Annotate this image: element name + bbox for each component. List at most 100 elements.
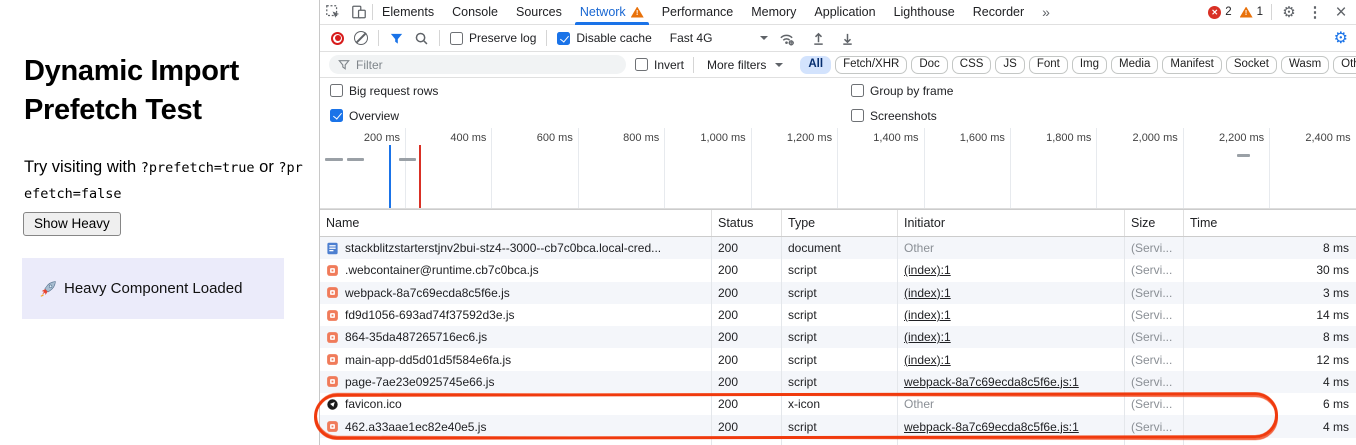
more-filters-button[interactable]: More filters: [707, 58, 783, 72]
timeline-gridline: [1183, 128, 1184, 208]
request-row--webcontainer-runtime-cb7c0bca[interactable]: .webcontainer@runtime.cb7c0bca.js200scri…: [320, 259, 1356, 281]
column-header-status[interactable]: Status: [712, 210, 782, 236]
timeline-gridline: [664, 128, 665, 208]
initiator-cell: webpack-8a7c69ecda8c5f6e.js:1: [898, 371, 1125, 393]
preserve-log-checkbox[interactable]: Preserve log: [450, 31, 536, 45]
devtools-window-controls: 2 ! 1: [1208, 3, 1356, 22]
tab-network[interactable]: Network!: [571, 0, 653, 25]
network-toolbar: Preserve log Disable cache Fast 4G: [320, 25, 1356, 52]
divider: [1271, 4, 1272, 20]
tab-console[interactable]: Console: [443, 0, 507, 25]
checkbox: [330, 109, 343, 122]
chip-css[interactable]: CSS: [952, 56, 992, 74]
time-cell: 8 ms: [1184, 326, 1356, 348]
tab-lighthouse[interactable]: Lighthouse: [885, 0, 964, 25]
chip-media[interactable]: Media: [1111, 56, 1158, 74]
chip-font[interactable]: Font: [1029, 56, 1068, 74]
tab-performance[interactable]: Performance: [653, 0, 743, 25]
option-overview[interactable]: Overview: [330, 109, 851, 123]
column-header-name[interactable]: Name: [320, 210, 712, 236]
close-devtools-icon[interactable]: [1332, 3, 1350, 22]
chip-manifest[interactable]: Manifest: [1162, 56, 1221, 74]
chip-wasm[interactable]: Wasm: [1281, 56, 1329, 74]
chip-socket[interactable]: Socket: [1226, 56, 1277, 74]
initiator-link[interactable]: (index):1: [904, 308, 951, 322]
network-conditions-icon[interactable]: [778, 30, 795, 47]
inspect-element-icon[interactable]: [320, 0, 346, 24]
export-har-icon[interactable]: [840, 31, 855, 46]
initiator-link[interactable]: webpack-8a7c69ecda8c5f6e.js:1: [904, 420, 1079, 434]
overview-request-bar: [399, 158, 416, 161]
column-header-type[interactable]: Type: [782, 210, 898, 236]
chip-other[interactable]: Other: [1333, 56, 1356, 74]
tab-elements[interactable]: Elements: [373, 0, 443, 25]
timeline-tick-label: 2,000 ms: [1106, 132, 1178, 144]
size-cell: (Servi...: [1125, 326, 1184, 348]
request-name: 462.a33aae1ec82e40e5.js: [345, 420, 486, 434]
warning-count-badge[interactable]: ! 1: [1240, 6, 1263, 18]
timeline-tick-label: 600 ms: [501, 132, 573, 144]
request-row-favicon-ico[interactable]: favicon.ico200x-iconOther(Servi...6 ms: [320, 393, 1356, 415]
checkbox: [450, 32, 463, 45]
checkbox: [557, 32, 570, 45]
device-toolbar-icon[interactable]: [346, 0, 372, 24]
prefetch-true-code: ?prefetch=true: [141, 160, 255, 176]
request-row-stackblitzstarterstjnv2bui-stz[interactable]: stackblitzstarterstjnv2bui-stz4--3000--c…: [320, 237, 1356, 259]
chip-fetch-xhr[interactable]: Fetch/XHR: [835, 56, 907, 74]
settings-gear-icon[interactable]: [1280, 5, 1298, 20]
network-settings-gear-icon[interactable]: [1334, 28, 1348, 48]
column-header-time[interactable]: Time: [1184, 210, 1356, 236]
record-network-log-button[interactable]: [331, 32, 344, 45]
chip-js[interactable]: JS: [995, 56, 1024, 74]
filter-toggle-icon[interactable]: [389, 31, 404, 46]
time-cell: 12 ms: [1184, 348, 1356, 370]
load-event-line: [419, 145, 421, 208]
overview-strip[interactable]: 200 ms400 ms600 ms800 ms1,000 ms1,200 ms…: [320, 128, 1356, 209]
request-row-864-35da487265716ec6-js[interactable]: 864-35da487265716ec6.js200script(index):…: [320, 326, 1356, 348]
request-row-462-a33aae1ec82e40e5-js[interactable]: 462.a33aae1ec82e40e5.js200scriptwebpack-…: [320, 415, 1356, 437]
initiator-link[interactable]: (index):1: [904, 263, 951, 277]
filter-input[interactable]: Filter: [329, 55, 626, 74]
tab-memory[interactable]: Memory: [742, 0, 805, 25]
chip-img[interactable]: Img: [1072, 56, 1107, 74]
more-options-icon[interactable]: [1306, 5, 1324, 20]
tab-recorder[interactable]: Recorder: [964, 0, 1033, 25]
column-header-size[interactable]: Size: [1125, 210, 1184, 236]
option-big-request-rows[interactable]: Big request rows: [330, 84, 851, 98]
tab-sources[interactable]: Sources: [507, 0, 571, 25]
invert-checkbox[interactable]: Invert: [635, 58, 684, 72]
column-header-initiator[interactable]: Initiator: [898, 210, 1125, 236]
rocket-icon: [39, 280, 57, 298]
timeline-tick-label: 1,000 ms: [674, 132, 746, 144]
search-icon[interactable]: [414, 31, 429, 46]
initiator-link[interactable]: (index):1: [904, 353, 951, 367]
initiator-cell: (index):1: [898, 304, 1125, 326]
timeline-tick-label: 400 ms: [414, 132, 486, 144]
script-icon: [326, 264, 339, 277]
option-group-by-frame[interactable]: Group by frame: [851, 84, 1356, 98]
request-row-webpack-8a7c69ecda8c5f6e-js[interactable]: webpack-8a7c69ecda8c5f6e.js200script(ind…: [320, 282, 1356, 304]
clear-network-log-icon[interactable]: [354, 31, 368, 45]
show-heavy-button[interactable]: Show Heavy: [23, 212, 121, 236]
more-tabs-button[interactable]: »: [1033, 0, 1059, 25]
error-count-badge[interactable]: 2: [1208, 6, 1231, 19]
chip-all[interactable]: All: [800, 56, 831, 74]
script-icon: [326, 331, 339, 344]
request-row-main-app-dd5d01d5f584e6fa-js[interactable]: main-app-dd5d01d5f584e6fa.js200script(in…: [320, 348, 1356, 370]
disable-cache-checkbox[interactable]: Disable cache: [557, 31, 651, 45]
initiator-link[interactable]: (index):1: [904, 330, 951, 344]
import-har-icon[interactable]: [811, 31, 826, 46]
chip-doc[interactable]: Doc: [911, 56, 947, 74]
throttling-select[interactable]: Fast 4G: [670, 31, 768, 45]
option-screenshots[interactable]: Screenshots: [851, 109, 1356, 123]
initiator-link[interactable]: (index):1: [904, 286, 951, 300]
request-row-page-7ae23e0925745e66-js[interactable]: page-7ae23e0925745e66.js200scriptwebpack…: [320, 371, 1356, 393]
overview-request-bar: [325, 158, 343, 161]
initiator-link[interactable]: webpack-8a7c69ecda8c5f6e.js:1: [904, 375, 1079, 389]
request-row-fd9d1056-693ad74f37592d3e-js[interactable]: fd9d1056-693ad74f37592d3e.js200script(in…: [320, 304, 1356, 326]
type-cell: script: [782, 348, 898, 370]
timeline-gridline: [578, 128, 579, 208]
tab-application[interactable]: Application: [805, 0, 884, 25]
disable-cache-label: Disable cache: [576, 31, 651, 45]
initiator-cell: (index):1: [898, 326, 1125, 348]
